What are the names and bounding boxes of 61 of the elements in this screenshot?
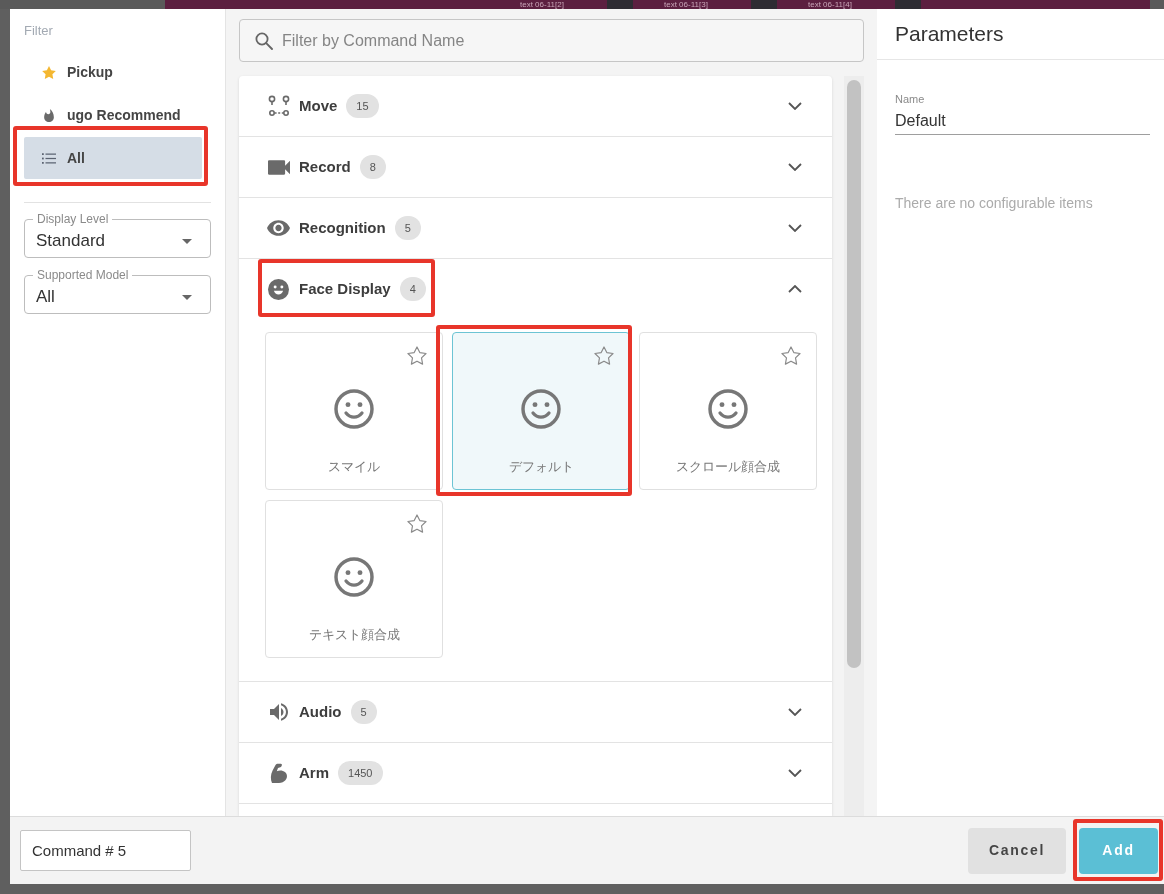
tab-marker: [751, 0, 777, 9]
chevron-down-icon: [788, 769, 803, 777]
filter-item[interactable]: ugo Recommend: [24, 94, 202, 136]
star-icon[interactable]: [594, 346, 614, 365]
star-icon: [42, 65, 56, 79]
count-badge: 1450: [338, 761, 383, 785]
list-icon: [42, 152, 56, 164]
smiley-face-icon: [268, 278, 289, 300]
video-camera-icon: [267, 159, 290, 175]
smiley-face-icon: [334, 557, 374, 597]
search-field[interactable]: Filter by Command Name: [239, 19, 864, 62]
category-header[interactable]: Record 8: [239, 137, 833, 197]
filter-heading: Filter: [24, 23, 54, 39]
tab-marker: [895, 0, 921, 9]
count-badge: 4: [399, 277, 426, 301]
count-badge: 5: [394, 216, 421, 240]
command-name-input[interactable]: Command # 5: [20, 830, 191, 871]
tab-label: text 06-11[3]: [664, 0, 709, 9]
category-header[interactable]: Arm 1450: [239, 743, 833, 803]
caret-down-icon: [182, 238, 192, 244]
search-icon: [255, 32, 273, 50]
category-header[interactable]: Face Display 4: [239, 259, 833, 319]
smiley-face-icon: [708, 389, 748, 429]
chevron-down-icon: [788, 224, 803, 232]
panel-title: Parameters: [895, 21, 1004, 48]
category-header[interactable]: Audio 5: [239, 682, 833, 742]
command-card[interactable]: スマイル: [265, 332, 443, 490]
caret-down-icon: [182, 294, 192, 300]
command-card[interactable]: デフォルト: [452, 332, 630, 490]
filter-item[interactable]: All: [24, 137, 202, 179]
empty-message: There are no configurable items: [895, 194, 1094, 213]
command-card[interactable]: スクロール顔合成: [639, 332, 817, 490]
chevron-down-icon: [788, 708, 803, 716]
count-badge: 15: [346, 94, 379, 118]
route-pins-icon: [267, 95, 290, 117]
flexed-arm-icon: [269, 763, 288, 783]
smiley-face-icon: [521, 389, 561, 429]
text-field[interactable]: Name Default: [895, 93, 1150, 135]
tab-label: text 06-11[2]: [520, 0, 565, 9]
smiley-face-icon: [334, 389, 374, 429]
count-badge: 8: [359, 155, 386, 179]
cancel-button[interactable]: Cancel: [968, 827, 1066, 874]
dropdown-select[interactable]: Supported Model All: [24, 269, 211, 314]
chevron-down-icon: [788, 163, 803, 171]
star-icon[interactable]: [407, 346, 427, 365]
dropdown-select[interactable]: Display Level Standard: [24, 213, 211, 258]
filter-item[interactable]: Pickup: [24, 51, 202, 93]
speaker-icon: [268, 703, 289, 721]
chevron-down-icon: [788, 102, 803, 110]
flame-icon: [44, 108, 54, 122]
tab-marker: [607, 0, 633, 9]
tab-label: text 06-11[4]: [808, 0, 853, 9]
category-header[interactable]: Move 15: [239, 76, 833, 136]
chevron-up-icon: [788, 285, 803, 293]
eye-icon: [267, 220, 290, 236]
command-card[interactable]: テキスト顔合成: [265, 500, 443, 658]
category-header[interactable]: Recognition 5: [239, 198, 833, 258]
star-icon[interactable]: [781, 346, 801, 365]
count-badge: 5: [350, 700, 377, 724]
scrollbar-thumb[interactable]: [847, 80, 861, 668]
star-icon[interactable]: [407, 514, 427, 533]
